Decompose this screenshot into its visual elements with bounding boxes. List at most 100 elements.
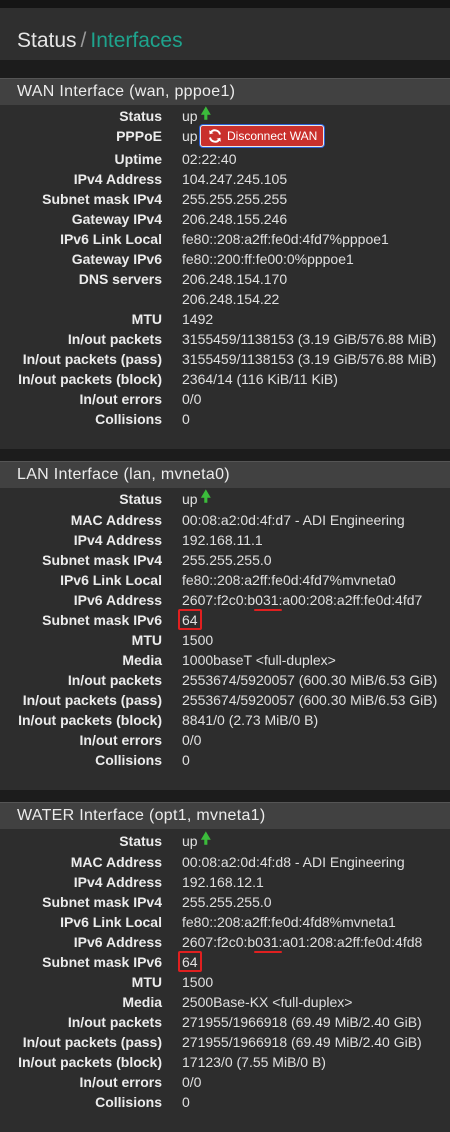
refresh-icon: [209, 129, 221, 143]
water-ipv4-row: IPv4 Address 192.168.12.1: [0, 872, 450, 892]
water-subnet4-label: Subnet mask IPv4: [42, 894, 162, 910]
lan-mtu-row: MTU 1500: [0, 630, 450, 650]
lan-ipv4-label: IPv4 Address: [73, 532, 162, 548]
wan-collisions-label: Collisions: [95, 411, 162, 427]
water-ipv4-label: IPv4 Address: [73, 874, 162, 890]
wan-panel-heading: WAN Interface (wan, pppoe1): [0, 78, 450, 105]
lan-io-value: 2553674/5920057 (600.30 MiB/6.53 GiB): [182, 672, 438, 688]
wan-gateway6-label: Gateway IPv6: [71, 251, 162, 267]
water-subnet4-value: 255.255.255.0: [182, 894, 272, 910]
wan-ipv4-value: 104.247.245.105: [182, 171, 288, 187]
lan-io-row: In/out packets 2553674/5920057 (600.30 M…: [0, 670, 450, 690]
lan-io-pass-value: 2553674/5920057 (600.30 MiB/6.53 GiB): [182, 692, 438, 708]
lan-ipv4-row: IPv4 Address 192.168.11.1: [0, 530, 450, 550]
wan-collisions-value: 0: [182, 411, 190, 427]
lan-subnet6-row: Subnet mask IPv6 64: [0, 609, 450, 630]
wan-subnet4-value: 255.255.255.255: [182, 191, 288, 207]
lan-status-label: Status: [119, 491, 162, 507]
lan-collisions-row: Collisions 0: [0, 750, 450, 770]
wan-uptime-label: Uptime: [114, 151, 162, 167]
wan-errors-row: In/out errors 0/0: [0, 389, 450, 409]
water-errors-row: In/out errors 0/0: [0, 1072, 450, 1092]
water-media-label: Media: [122, 994, 162, 1010]
arrow-up-icon: 🠝: [200, 489, 212, 506]
lan-status-value: up 🠝: [182, 489, 212, 508]
wan-collisions-row: Collisions 0: [0, 409, 450, 429]
lan-ipv4-value: 192.168.11.1: [182, 532, 263, 548]
water-ipv6-value: 2607:f2c0:b031:a01:208:a2ff:fe0d:4fd8: [182, 934, 423, 950]
wan-mtu-label: MTU: [131, 311, 162, 327]
water-interface-panel: WATER Interface (opt1, mvneta1) Status u…: [0, 802, 450, 1132]
wan-ll6-label: IPv6 Link Local: [60, 231, 162, 247]
water-mtu-row: MTU 1500: [0, 972, 450, 992]
water-panel-heading: WATER Interface (opt1, mvneta1): [0, 802, 450, 829]
page-header: Status / Interfaces: [0, 8, 450, 60]
arrow-up-icon: 🠝: [200, 831, 212, 848]
lan-subnet4-label: Subnet mask IPv4: [42, 552, 162, 568]
wan-pppoe-value: up: [182, 128, 198, 144]
water-ll6-value: fe80::208:a2ff:fe0d:4fd8%mvneta1: [182, 914, 396, 930]
lan-io-block-label: In/out packets (block): [18, 712, 162, 728]
breadcrumb-interfaces-link[interactable]: Interfaces: [90, 29, 182, 52]
wan-io-block-value: 2364/14 (116 KiB/11 KiB): [182, 371, 338, 387]
water-mac-row: MAC Address 00:08:a2:0d:4f:d8 - ADI Engi…: [0, 852, 450, 872]
water-subnet4-row: Subnet mask IPv4 255.255.255.0: [0, 892, 450, 912]
water-subnet6-row: Subnet mask IPv6 64: [0, 951, 450, 972]
lan-mac-row: MAC Address 00:08:a2:0d:4f:d7 - ADI Engi…: [0, 510, 450, 530]
wan-io-value: 3155459/1138153 (3.19 GiB/576.88 MiB): [182, 331, 437, 347]
wan-interface-panel: WAN Interface (wan, pppoe1) Status up 🠝 P…: [0, 78, 450, 449]
water-io-label: In/out packets: [67, 1014, 162, 1030]
wan-gateway6-value: fe80::200:ff:fe00:0%pppoe1: [182, 251, 354, 267]
top-strip: [0, 0, 450, 8]
water-mtu-label: MTU: [131, 974, 162, 990]
lan-io-pass-row: In/out packets (pass) 2553674/5920057 (6…: [0, 690, 450, 710]
wan-mtu-row: MTU 1492: [0, 309, 450, 329]
wan-uptime-row: Uptime 02:22:40: [0, 149, 450, 169]
lan-status-row: Status up 🠝: [0, 489, 450, 509]
water-status-label: Status: [119, 833, 162, 849]
wan-gateway4-label: Gateway IPv4: [71, 211, 162, 227]
lan-ll6-value: fe80::208:a2ff:fe0d:4fd7%mvneta0: [182, 572, 396, 588]
wan-subnet4-row: Subnet mask IPv4 255.255.255.255: [0, 189, 450, 209]
wan-mtu-value: 1492: [182, 311, 214, 327]
wan-dns-row: DNS servers 206.248.154.170: [0, 269, 450, 289]
water-ipv4-value: 192.168.12.1: [182, 874, 264, 890]
lan-mac-label: MAC Address: [70, 512, 162, 528]
lan-collisions-label: Collisions: [95, 752, 162, 768]
lan-mtu-label: MTU: [131, 632, 162, 648]
lan-mtu-value: 1500: [182, 632, 214, 648]
water-ipv6-row: IPv6 Address 2607:f2c0:b031:a01:208:a2ff…: [0, 932, 450, 953]
lan-subnet6-label: Subnet mask IPv6: [42, 612, 162, 628]
lan-media-label: Media: [122, 652, 162, 668]
water-ipv6-label: IPv6 Address: [73, 934, 162, 950]
annotation-box: [178, 609, 202, 630]
wan-gateway6-row: Gateway IPv6 fe80::200:ff:fe00:0%pppoe1: [0, 249, 450, 269]
wan-ipv4-row: IPv4 Address 104.247.245.105: [0, 169, 450, 189]
wan-io-pass-row: In/out packets (pass) 3155459/1138153 (3…: [0, 349, 450, 369]
disconnect-wan-label: Disconnect WAN: [227, 129, 318, 143]
lan-ipv6-row: IPv6 Address 2607:f2c0:b031:a00:208:a2ff…: [0, 590, 450, 611]
lan-io-label: In/out packets: [67, 672, 162, 688]
water-collisions-row: Collisions 0: [0, 1092, 450, 1112]
wan-status-value: up 🠝: [182, 106, 212, 125]
lan-io-block-row: In/out packets (block) 8841/0 (2.73 MiB/…: [0, 710, 450, 730]
water-media-row: Media 2500Base-KX <full-duplex>: [0, 992, 450, 1012]
lan-collisions-value: 0: [182, 752, 190, 768]
water-mac-value: 00:08:a2:0d:4f:d8 - ADI Engineering: [182, 854, 405, 870]
breadcrumb-status-link[interactable]: Status: [17, 29, 77, 52]
water-io-block-value: 17123/0 (7.55 MiB/0 B): [182, 1054, 326, 1070]
wan-pppoe-label: PPPoE: [116, 128, 162, 144]
water-io-pass-row: In/out packets (pass) 271955/1966918 (69…: [0, 1032, 450, 1052]
water-collisions-label: Collisions: [95, 1094, 162, 1110]
wan-dns-value-1: 206.248.154.170: [182, 271, 288, 287]
lan-io-pass-label: In/out packets (pass): [22, 692, 162, 708]
wan-ll6-value: fe80::208:a2ff:fe0d:4fd7%pppoe1: [182, 231, 389, 247]
wan-uptime-value: 02:22:40: [182, 151, 237, 167]
lan-ipv6-label: IPv6 Address: [73, 592, 162, 608]
lan-media-row: Media 1000baseT <full-duplex>: [0, 650, 450, 670]
arrow-up-icon: 🠝: [200, 106, 212, 123]
disconnect-wan-button[interactable]: Disconnect WAN: [200, 125, 324, 147]
water-errors-label: In/out errors: [79, 1074, 162, 1090]
wan-pppoe-row: PPPoE up Disconnect WAN: [0, 125, 450, 147]
breadcrumb: Status / Interfaces: [17, 29, 183, 53]
